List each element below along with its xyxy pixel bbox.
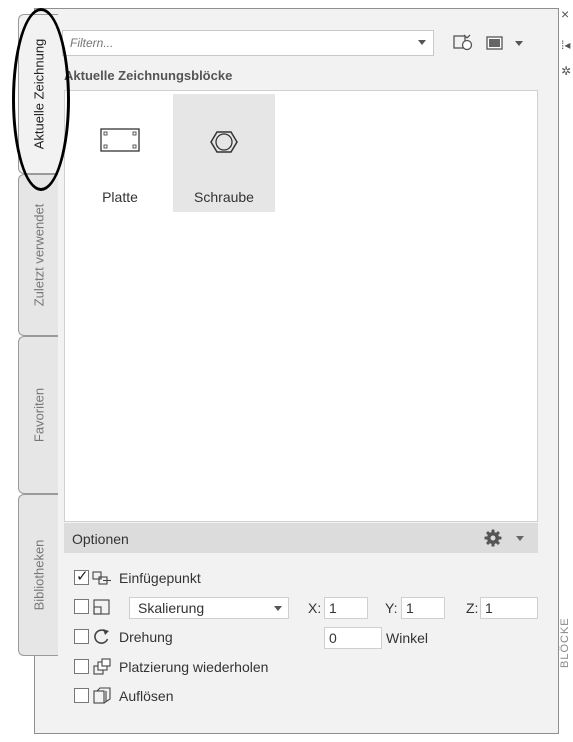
properties-icon[interactable]: ✲	[561, 64, 571, 78]
options-header: Optionen	[64, 523, 538, 553]
filter-input[interactable]	[62, 30, 434, 56]
autohide-icon[interactable]: ⁞◂	[561, 38, 570, 52]
option-scaling: Skalierung X: 1 Y: 1 Z: 1	[74, 597, 544, 619]
close-icon[interactable]: ×	[561, 6, 569, 22]
tab-label: Aktuelle Zeichnung	[31, 38, 46, 150]
blocks-panel: Aktuelle Zeichnungsblöcke Platte Schraub…	[58, 20, 548, 730]
options-dropdown-icon[interactable]	[516, 536, 524, 541]
tab-bibliotheken[interactable]: Bibliotheken	[18, 494, 58, 656]
tab-zuletzt-verwendet[interactable]: Zuletzt verwendet	[18, 174, 58, 336]
explode-checkbox[interactable]	[74, 688, 89, 703]
rotate-icon	[94, 629, 109, 644]
blocks-grid: Platte Schraube	[64, 90, 538, 522]
angle-label: Winkel	[386, 630, 429, 646]
section-title: Aktuelle Zeichnungsblöcke	[64, 68, 233, 83]
tab-aktuelle-zeichnung[interactable]: Aktuelle Zeichnung	[18, 14, 58, 174]
insertion-point-icon	[92, 571, 111, 585]
tab-label: Favoriten	[31, 387, 46, 443]
chevron-down-icon[interactable]	[274, 606, 282, 611]
insertion-point-label: Einfügepunkt	[119, 570, 201, 586]
option-rotation: Drehung 0 Winkel	[74, 627, 544, 649]
block-label: Platte	[102, 189, 138, 205]
plate-icon	[100, 128, 140, 152]
scaling-checkbox[interactable]	[74, 599, 89, 614]
gear-icon[interactable]	[484, 529, 502, 547]
explode-label: Auflösen	[119, 688, 174, 704]
checkmark-icon: ✓	[76, 568, 89, 585]
block-label: Schraube	[194, 189, 254, 205]
palette-title: BLÖCKE	[559, 617, 571, 668]
scale-z-input[interactable]: 1	[480, 597, 538, 619]
rotation-label: Drehung	[119, 629, 173, 645]
scale-icon	[93, 599, 110, 615]
view-dropdown-icon[interactable]	[515, 41, 523, 46]
repeat-placement-icon	[93, 658, 111, 675]
z-label: Z:	[466, 600, 479, 616]
x-label: X:	[308, 600, 322, 616]
load-icon[interactable]	[452, 33, 474, 53]
insertion-point-checkbox[interactable]: ✓	[74, 568, 89, 585]
repeat-placement-checkbox[interactable]	[74, 659, 89, 674]
thumbnail-view-icon[interactable]	[484, 33, 506, 53]
scale-x-input[interactable]: 1	[324, 597, 368, 619]
scaling-select-value: Skalierung	[138, 600, 205, 616]
y-label: Y:	[385, 600, 398, 616]
tab-label: Zuletzt verwendet	[31, 203, 46, 307]
palette-title-bar: × ⁞◂ ✲ BLÖCKE	[559, 6, 573, 742]
tab-label: Bibliotheken	[31, 539, 46, 611]
tab-favoriten[interactable]: Favoriten	[18, 336, 58, 494]
hex-bolt-icon	[210, 131, 238, 153]
rotation-angle-input[interactable]: 0	[324, 627, 382, 649]
options-title: Optionen	[72, 531, 129, 547]
block-schraube[interactable]: Schraube	[173, 94, 275, 212]
scaling-select[interactable]: Skalierung	[129, 597, 289, 619]
block-platte[interactable]: Platte	[69, 94, 171, 212]
scale-y-input[interactable]: 1	[401, 597, 445, 619]
option-insertion-point: ✓ Einfügepunkt	[74, 568, 374, 590]
rotation-checkbox[interactable]	[74, 629, 89, 644]
option-explode: Auflösen	[74, 686, 374, 708]
option-repeat-placement: Platzierung wiederholen	[74, 657, 374, 679]
explode-icon	[93, 687, 111, 704]
repeat-placement-label: Platzierung wiederholen	[119, 659, 269, 675]
filter-dropdown-icon[interactable]	[418, 40, 426, 45]
